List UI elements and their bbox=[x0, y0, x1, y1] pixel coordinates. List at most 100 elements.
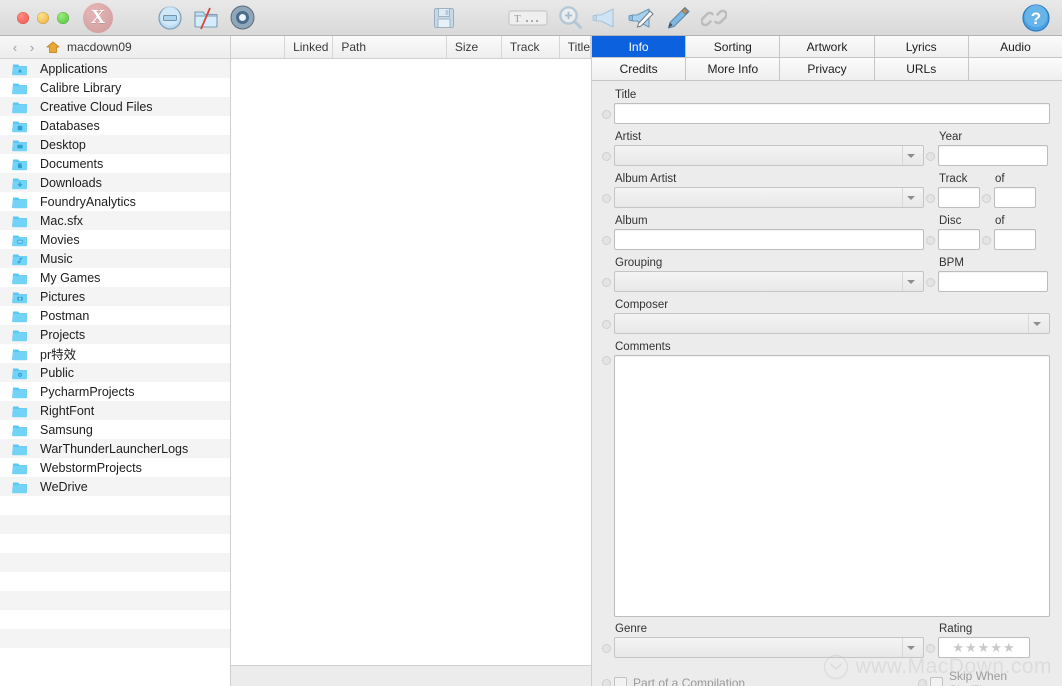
text-field-icon[interactable]: T bbox=[507, 3, 549, 33]
track-of-input[interactable] bbox=[994, 187, 1036, 208]
album-artist-combo[interactable] bbox=[614, 187, 924, 208]
skip-shuffle-toggle[interactable] bbox=[918, 678, 928, 686]
album-toggle[interactable] bbox=[602, 236, 611, 245]
column-header[interactable]: Title bbox=[560, 36, 592, 58]
title-toggle[interactable] bbox=[602, 110, 611, 119]
disc-of-toggle[interactable] bbox=[982, 236, 991, 245]
compilation-toggle[interactable] bbox=[602, 678, 611, 686]
skip-shuffle-checkbox[interactable]: Skip When Shuffling bbox=[930, 669, 1054, 686]
artist-toggle[interactable] bbox=[602, 152, 611, 161]
composer-combo[interactable] bbox=[614, 313, 1050, 334]
sidebar-folder-row[interactable]: Mac.sfx bbox=[0, 211, 230, 230]
track-toggle[interactable] bbox=[926, 194, 935, 203]
folder-slash-icon[interactable] bbox=[191, 3, 221, 33]
rating-toggle[interactable] bbox=[926, 644, 935, 653]
sidebar-folder-label: Projects bbox=[40, 327, 86, 342]
track-input[interactable] bbox=[938, 187, 980, 208]
column-header[interactable]: Track bbox=[502, 36, 560, 58]
sidebar-folder-row[interactable]: Postman bbox=[0, 306, 230, 325]
field-row-comments: Comments bbox=[600, 341, 1054, 617]
composer-toggle[interactable] bbox=[602, 320, 611, 329]
disc-toggle[interactable] bbox=[926, 236, 935, 245]
sidebar-folder-row[interactable]: Calibre Library bbox=[0, 78, 230, 97]
sidebar-folder-row[interactable]: WarThunderLauncherLogs bbox=[0, 439, 230, 458]
bpm-toggle[interactable] bbox=[926, 278, 935, 287]
genre-combo[interactable] bbox=[614, 637, 924, 658]
sidebar-folder-row[interactable]: Pictures bbox=[0, 287, 230, 306]
rating-stars[interactable]: ★★★★★ bbox=[938, 637, 1030, 658]
sidebar-folder-row[interactable]: pr特效 bbox=[0, 344, 230, 363]
sidebar-folder-row[interactable]: Downloads bbox=[0, 173, 230, 192]
track-list[interactable] bbox=[231, 59, 591, 665]
tab-urls[interactable]: URLs bbox=[874, 58, 969, 80]
sidebar-folder-row[interactable]: Projects bbox=[0, 325, 230, 344]
compilation-checkbox[interactable]: Part of a Compilation bbox=[614, 676, 916, 686]
sidebar-folder-label: PycharmProjects bbox=[40, 384, 135, 399]
compilation-check-box[interactable] bbox=[614, 676, 627, 686]
sidebar-folder-row[interactable]: Movies bbox=[0, 230, 230, 249]
disc-of-input[interactable] bbox=[994, 229, 1036, 250]
grouping-combo[interactable] bbox=[614, 271, 924, 292]
column-header[interactable] bbox=[231, 36, 286, 58]
album-artist-toggle[interactable] bbox=[602, 194, 611, 203]
comments-toggle[interactable] bbox=[602, 356, 611, 365]
sidebar-folder-row[interactable]: Public bbox=[0, 363, 230, 382]
sidebar-folder-row[interactable]: Creative Cloud Files bbox=[0, 97, 230, 116]
year-toggle[interactable] bbox=[926, 152, 935, 161]
column-header[interactable]: Size bbox=[447, 36, 502, 58]
help-button[interactable]: ? bbox=[1021, 3, 1051, 33]
remove-icon[interactable] bbox=[155, 3, 185, 33]
sidebar-folder-row[interactable]: Databases bbox=[0, 116, 230, 135]
tab-artwork[interactable]: Artwork bbox=[780, 36, 875, 58]
zoom-button[interactable] bbox=[57, 11, 69, 24]
sidebar-folder-row[interactable]: Documents bbox=[0, 154, 230, 173]
back-button[interactable]: ‹ bbox=[8, 40, 22, 55]
comments-textarea[interactable] bbox=[614, 355, 1050, 617]
artist-combo[interactable] bbox=[614, 145, 924, 166]
tab-privacy[interactable]: Privacy bbox=[780, 58, 875, 80]
tab-audio[interactable]: Audio bbox=[968, 36, 1062, 58]
megaphone-icon[interactable] bbox=[591, 3, 621, 33]
forward-button[interactable]: › bbox=[25, 40, 39, 55]
column-headers[interactable]: Linked Path Size Track Title bbox=[231, 36, 592, 59]
sidebar-folder-row[interactable]: RightFont bbox=[0, 401, 230, 420]
title-input[interactable] bbox=[614, 103, 1050, 124]
folder-list[interactable]: Applications Calibre Library Creative Clou… bbox=[0, 59, 230, 686]
minimize-button[interactable] bbox=[37, 11, 49, 24]
sidebar-folder-row[interactable]: Samsung bbox=[0, 420, 230, 439]
close-button[interactable] bbox=[17, 11, 29, 24]
save-icon[interactable] bbox=[429, 3, 459, 33]
disc-input[interactable] bbox=[938, 229, 980, 250]
skip-shuffle-check-box[interactable] bbox=[930, 676, 944, 686]
pencil-icon[interactable] bbox=[663, 3, 693, 33]
bpm-input[interactable] bbox=[938, 271, 1048, 292]
tab-lyrics[interactable]: Lyrics bbox=[874, 36, 969, 58]
column-header[interactable]: Linked bbox=[285, 36, 334, 58]
tab-info[interactable]: Info bbox=[592, 36, 687, 58]
album-input[interactable] bbox=[614, 229, 924, 250]
sidebar-folder-row[interactable]: Music bbox=[0, 249, 230, 268]
year-input[interactable] bbox=[938, 145, 1048, 166]
genre-toggle[interactable] bbox=[602, 644, 611, 653]
sidebar-folder-row[interactable]: WeDrive bbox=[0, 477, 230, 496]
sidebar-folder-row[interactable]: Applications bbox=[0, 59, 230, 78]
megaphone-edit-icon[interactable] bbox=[627, 3, 657, 33]
link-icon[interactable] bbox=[699, 3, 729, 33]
column-header[interactable]: Path bbox=[333, 36, 447, 58]
grouping-toggle[interactable] bbox=[602, 278, 611, 287]
album-artist-label: Album Artist bbox=[615, 173, 677, 185]
sidebar-folder-row[interactable]: WebstormProjects bbox=[0, 458, 230, 477]
sidebar-folder-label: Downloads bbox=[40, 175, 102, 190]
field-row-title: Title bbox=[600, 89, 1054, 124]
sidebar-folder-row[interactable]: FoundryAnalytics bbox=[0, 192, 230, 211]
sidebar-folder-row[interactable]: Desktop bbox=[0, 135, 230, 154]
tab-sorting[interactable]: Sorting bbox=[686, 36, 781, 58]
tab-credits[interactable]: Credits bbox=[592, 58, 687, 80]
track-of-toggle[interactable] bbox=[982, 194, 991, 203]
sidebar-folder-row[interactable]: PycharmProjects bbox=[0, 382, 230, 401]
zoom-in-icon[interactable] bbox=[555, 3, 585, 33]
disc-icon[interactable] bbox=[227, 3, 257, 33]
tab-more-info[interactable]: More Info bbox=[686, 58, 781, 80]
music-folder-icon bbox=[12, 252, 28, 266]
sidebar-folder-row[interactable]: My Games bbox=[0, 268, 230, 287]
